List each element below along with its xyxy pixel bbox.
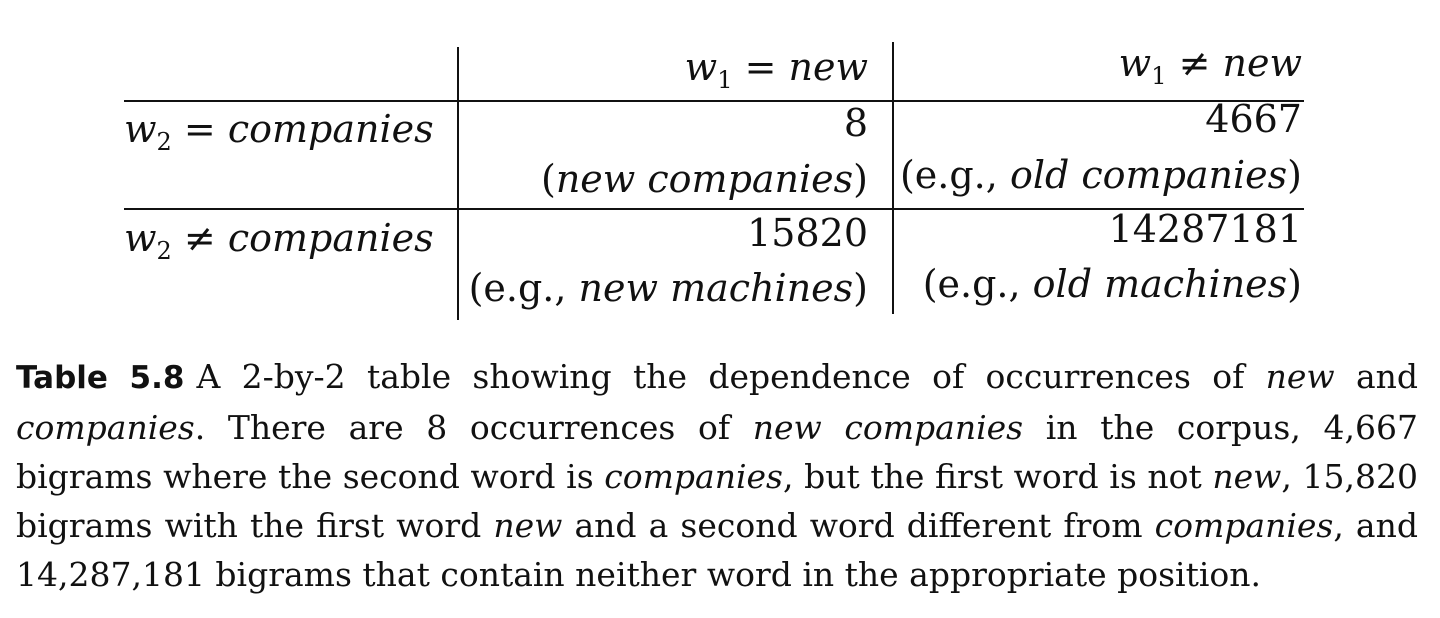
caption-segment: A 2-by-2 table showing the dependence of… bbox=[196, 357, 1266, 396]
header-rule bbox=[124, 100, 1304, 102]
col-header-w1-eq-new: w1 = new bbox=[684, 45, 868, 94]
caption-segment: new bbox=[1212, 457, 1282, 496]
caption-segment: new bbox=[1265, 357, 1335, 396]
caption-segment: companies bbox=[16, 408, 195, 447]
row-header-w2-eq-companies: w2 = companies bbox=[124, 107, 434, 156]
column-divider-middle bbox=[892, 42, 894, 314]
table-caption: Table 5.8 A 2-by-2 table showing the depe… bbox=[16, 352, 1418, 599]
contingency-table: w1 = new w1 ≠ new w2 = companies w2 ≠ co… bbox=[0, 0, 1440, 330]
cell-count-old-companies: 4667 bbox=[1205, 97, 1302, 141]
caption-segment: and a second word different from bbox=[562, 506, 1155, 545]
cell-example-old-companies: (e.g., old companies) bbox=[899, 153, 1302, 197]
cell-count-old-machines: 14287181 bbox=[1108, 207, 1302, 251]
caption-segment: companies bbox=[604, 457, 783, 496]
caption-segment: new companies bbox=[752, 408, 1024, 447]
cell-example-old-machines: (e.g., old machines) bbox=[922, 262, 1302, 306]
caption-segment: , but the first word is not bbox=[783, 457, 1213, 496]
cell-example-new-companies: (new companies) bbox=[540, 157, 868, 201]
caption-segment: new bbox=[493, 506, 563, 545]
caption-segment: and bbox=[1334, 357, 1419, 396]
col-header-w1-neq-new: w1 ≠ new bbox=[1118, 41, 1302, 90]
caption-label: Table 5.8 bbox=[16, 360, 185, 396]
cell-count-new-machines: 15820 bbox=[747, 211, 868, 255]
cell-count-new-companies: 8 bbox=[843, 101, 868, 145]
caption-segment: companies bbox=[1154, 506, 1334, 545]
column-divider-left bbox=[457, 47, 459, 320]
cell-example-new-machines: (e.g., new machines) bbox=[468, 266, 868, 310]
caption-text: A 2-by-2 table showing the dependence of… bbox=[16, 357, 1418, 594]
row-header-w2-neq-companies: w2 ≠ companies bbox=[124, 216, 434, 265]
caption-segment: . There are 8 occurrences of bbox=[194, 408, 753, 447]
